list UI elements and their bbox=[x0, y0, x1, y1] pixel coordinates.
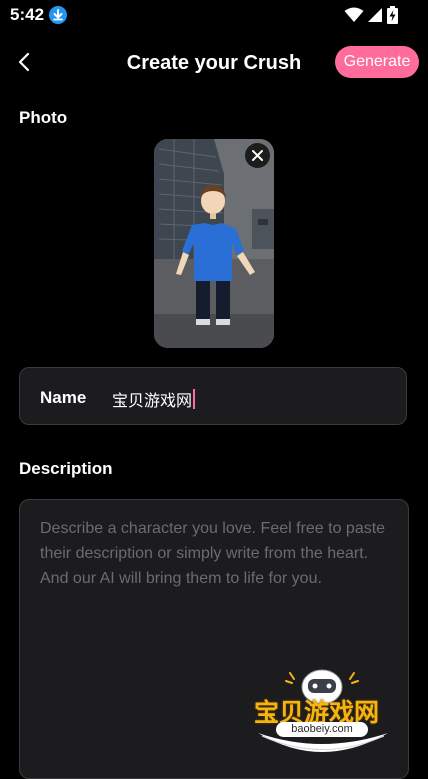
status-bar: 5:42 bbox=[0, 0, 428, 30]
character-photo[interactable] bbox=[154, 139, 274, 348]
close-icon bbox=[252, 150, 263, 161]
description-placeholder: Describe a character you love. Feel free… bbox=[40, 520, 386, 587]
generate-button[interactable]: Generate bbox=[335, 46, 419, 78]
top-app-bar: Create your Crush Generate bbox=[0, 40, 428, 86]
download-badge-icon bbox=[49, 6, 67, 24]
photo-section-label: Photo bbox=[19, 108, 68, 127]
wifi-icon bbox=[344, 7, 364, 22]
signal-icon bbox=[368, 8, 382, 22]
name-label: Name bbox=[40, 388, 87, 407]
watermark-logo: 宝贝游戏网 baobeiy.com bbox=[250, 663, 400, 761]
watermark-domain: baobeiy.com bbox=[276, 722, 368, 737]
name-input-value: 宝贝游戏网 bbox=[112, 391, 193, 410]
status-icons bbox=[344, 6, 398, 24]
battery-charging-icon bbox=[387, 6, 398, 24]
status-time: 5:42 bbox=[10, 5, 45, 24]
text-cursor bbox=[193, 389, 196, 409]
name-field[interactable]: Name 宝贝游戏网 bbox=[19, 367, 407, 425]
description-section-label: Description bbox=[19, 459, 113, 478]
remove-photo-button[interactable] bbox=[245, 143, 270, 168]
name-input[interactable]: 宝贝游戏网 bbox=[112, 387, 196, 411]
